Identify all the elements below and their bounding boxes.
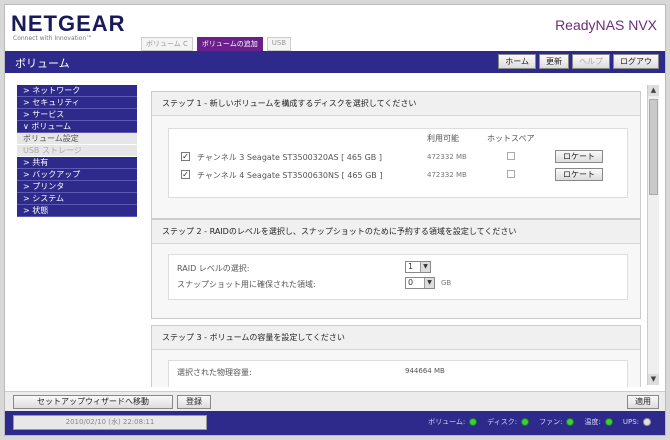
sidebar-item-network[interactable]: > ネットワーク [17,85,137,97]
disk-available: 472332 MB [427,153,467,161]
selected-capacity-label: 選択された物理容量: [177,368,252,377]
page-title: ボリューム [15,57,70,70]
header: NETGEAR Connect with Innovation™ ボリューム C… [5,5,665,51]
raid-level-label: RAID レベルの選択: [177,264,250,273]
logout-button[interactable]: ログアウ [613,54,659,69]
product-name: ReadyNAS NVX [555,17,657,33]
led-label-volume: ボリューム: [428,418,466,426]
hotspare-checkbox[interactable] [507,170,515,178]
sidebar-item-status[interactable]: > 状態 [17,205,137,217]
step3-panel: ステップ 3 - ボリュームの容量を設定してください 選択された物理容量: 94… [151,325,641,387]
disk-name: チャンネル 3 Seagate ST3500320AS [ 465 GB ] [197,153,382,162]
title-bar-buttons: ホーム 更新 ヘルプ ログアウ [498,54,659,69]
setup-wizard-button[interactable]: セットアップウィザードへ移動 [13,395,173,409]
step3-title: ステップ 3 - ボリュームの容量を設定してください [152,326,640,350]
dropdown-arrow-icon: ▼ [424,278,434,288]
content-area: ステップ 1 - 新しいボリュームを構成するディスクを選択してください 利用可能… [151,85,643,387]
led-label-fan: ファン: [539,418,563,426]
raid-level-select[interactable]: 1 ▼ [405,261,431,273]
tab-add-volume[interactable]: ボリュームの追加 [196,37,263,51]
sidebar-item-security[interactable]: > セキュリティ [17,97,137,109]
selected-capacity-value: 944664 MB [405,367,445,375]
disk-checkbox[interactable]: ✓ [181,170,190,179]
content-scrollbar[interactable]: ▲ ▼ [647,85,659,385]
logo-tagline: Connect with Innovation™ [13,35,93,42]
scroll-thumb[interactable] [649,99,658,195]
register-button[interactable]: 登録 [177,395,211,409]
top-tabs: ボリューム C ボリュームの追加 USB [141,37,292,51]
sidebar-item-system[interactable]: > システム [17,193,137,205]
disk-available: 472332 MB [427,171,467,179]
step1-panel: ステップ 1 - 新しいボリュームを構成するディスクを選択してください 利用可能… [151,91,641,219]
raid-level-value: 1 [408,262,414,271]
dropdown-arrow-icon: ▼ [420,262,430,272]
locate-button[interactable]: ロケート [555,150,603,163]
sidebar-nav: > ネットワーク > セキュリティ > サービス ∨ ボリューム ボリューム設定… [17,85,137,217]
disk-list: 利用可能 ホットスペア ✓ チャンネル 3 Seagate ST3500320A… [168,128,628,198]
fan-status-icon[interactable] [566,418,575,426]
home-button[interactable]: ホーム [498,54,536,69]
sidebar-item-usb-storage[interactable]: USB ストレージ [17,145,137,157]
snapshot-space-select[interactable]: 0 ▼ [405,277,435,289]
col-available: 利用可能 [427,134,459,143]
locate-button[interactable]: ロケート [555,168,603,181]
app-window: NETGEAR Connect with Innovation™ ボリューム C… [4,4,666,436]
step2-title: ステップ 2 - RAIDのレベルを選択し、スナップショットのために予約する領域… [152,220,640,244]
snapshot-space-label: スナップショット用に確保された領域: [177,280,316,289]
apply-button[interactable]: 適用 [627,395,659,409]
temperature-status-icon[interactable] [604,418,613,426]
scroll-up-icon[interactable]: ▲ [648,85,659,96]
sidebar-item-shares[interactable]: > 共有 [17,157,137,169]
sidebar-item-backup[interactable]: > バックアップ [17,169,137,181]
status-clock: 2010/02/10 (水) 22:08:11 [13,415,207,430]
sidebar-item-printers[interactable]: > プリンタ [17,181,137,193]
step1-title: ステップ 1 - 新しいボリュームを構成するディスクを選択してください [152,92,640,116]
raid-settings: RAID レベルの選択: 1 ▼ スナップショット用に確保された領域: 0 ▼ … [168,254,628,300]
disk-row: ✓ チャンネル 4 Seagate ST3500630NS [ 465 GB ]… [177,168,621,183]
tab-usb[interactable]: USB [266,37,292,51]
col-hotspare: ホットスペア [487,134,535,143]
led-label-ups: UPS: [622,418,639,426]
volume-status-icon[interactable] [469,418,478,426]
sidebar-item-volumes[interactable]: ∨ ボリューム [17,121,137,133]
help-button[interactable]: ヘルプ [572,54,610,69]
bottom-bar: セットアップウィザードへ移動 登録 適用 [5,391,665,411]
ups-status-icon[interactable] [643,418,651,426]
snapshot-unit: GB [441,279,452,287]
disk-checkbox[interactable]: ✓ [181,152,190,161]
hotspare-checkbox[interactable] [507,152,515,160]
netgear-logo: NETGEAR [11,11,126,36]
title-bar: ボリューム ホーム 更新 ヘルプ ログアウ [5,51,665,73]
snapshot-space-value: 0 [408,278,414,287]
tab-volume-c[interactable]: ボリューム C [141,37,193,51]
scroll-down-icon[interactable]: ▼ [648,374,659,385]
status-indicators: ボリューム: ディスク: ファン: 温度: UPS: [428,417,657,427]
disk-name: チャンネル 4 Seagate ST3500630NS [ 465 GB ] [197,171,383,180]
sidebar-item-volume-settings[interactable]: ボリューム設定 [17,133,137,145]
sidebar-item-services[interactable]: > サービス [17,109,137,121]
capacity-settings: 選択された物理容量: 944664 MB [168,360,628,387]
disk-status-icon[interactable] [521,418,530,426]
step2-panel: ステップ 2 - RAIDのレベルを選択し、スナップショットのために予約する領域… [151,219,641,319]
refresh-button[interactable]: 更新 [539,54,569,69]
led-label-temp: 温度: [584,418,601,426]
disk-row: ✓ チャンネル 3 Seagate ST3500320AS [ 465 GB ]… [177,150,621,165]
status-bar: 2010/02/10 (水) 22:08:11 ボリューム: ディスク: ファン… [5,411,665,435]
led-label-disk: ディスク: [487,418,518,426]
